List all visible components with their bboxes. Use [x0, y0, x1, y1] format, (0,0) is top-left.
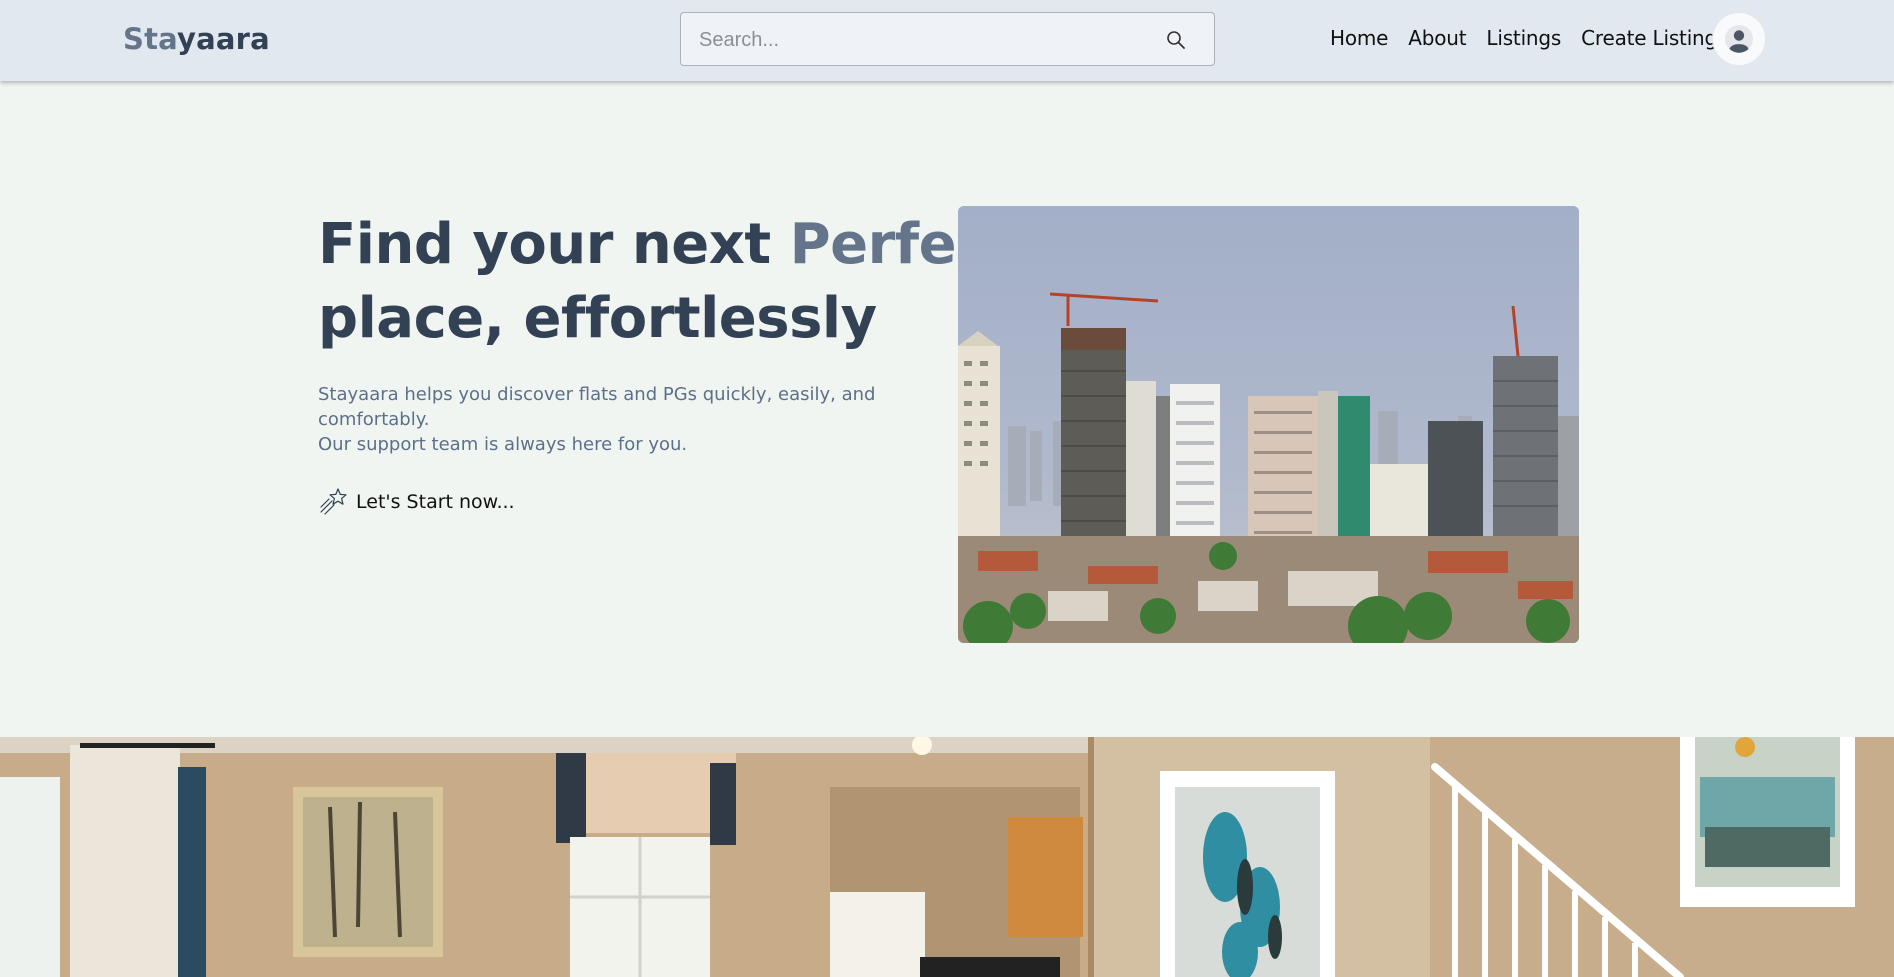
hero-description-line2: Our support team is always here for you. [318, 434, 688, 455]
city-skyline-illustration [958, 206, 1579, 643]
search-input[interactable] [697, 13, 1141, 67]
hero-title: Find your next Perfect place, effortless… [318, 208, 1016, 356]
user-avatar-icon [1725, 25, 1753, 53]
navbar: Stayaara Home About Listings Create List… [0, 0, 1894, 81]
user-avatar-button[interactable] [1713, 13, 1765, 65]
hero-title-part2: place, effortlessly [318, 286, 877, 351]
brand-logo-prefix: Sta [123, 22, 178, 56]
hero-description: Stayaara helps you discover flats and PG… [318, 382, 878, 457]
search-bar [680, 12, 1215, 67]
lets-start-label: Let's Start now... [356, 491, 515, 513]
nav-link-create-listing[interactable]: Create Listing [1581, 26, 1717, 50]
nav-link-about[interactable]: About [1408, 26, 1466, 50]
search-icon[interactable] [1166, 30, 1186, 50]
shooting-star-icon [320, 488, 347, 515]
hero-city-image [958, 206, 1579, 643]
living-room-illustration [0, 737, 1894, 977]
brand-logo[interactable]: Stayaara [123, 22, 270, 56]
brand-logo-suffix: yaara [177, 22, 270, 56]
hero-description-line1: Stayaara helps you discover flats and PG… [318, 384, 876, 430]
lets-start-button[interactable]: Let's Start now... [318, 487, 515, 517]
nav-link-listings[interactable]: Listings [1486, 26, 1561, 50]
nav-links: Home About Listings Create Listing [1330, 26, 1717, 50]
nav-link-home[interactable]: Home [1330, 26, 1388, 50]
hero-title-part1: Find your next [318, 212, 790, 277]
interior-banner-image [0, 737, 1894, 977]
